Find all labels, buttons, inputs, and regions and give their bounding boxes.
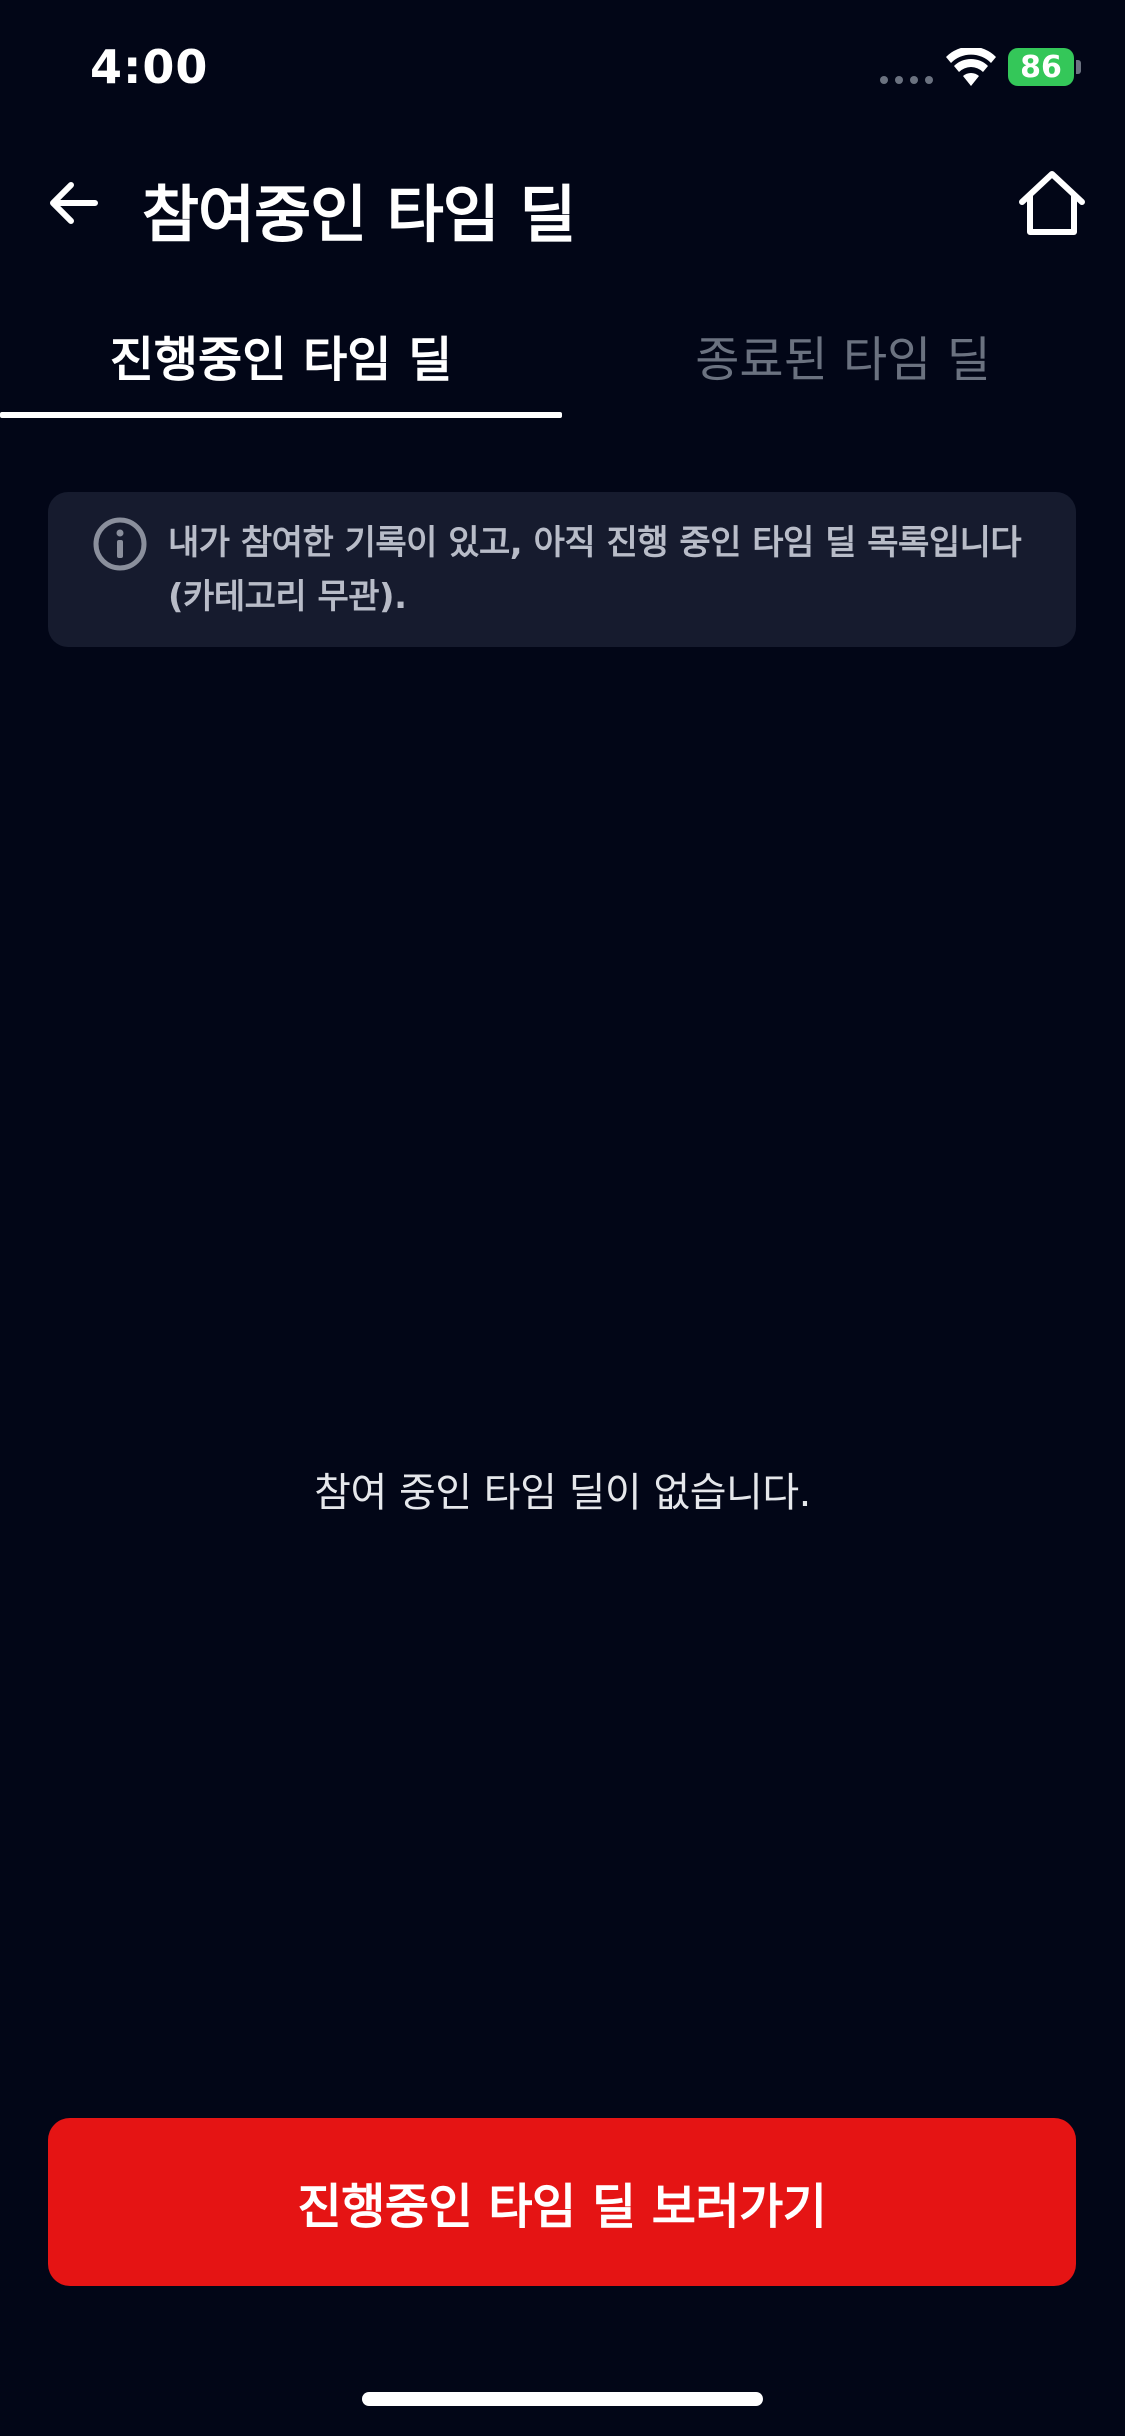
empty-state-message: 참여 중인 타임 딜이 없습니다. (314, 1470, 811, 1516)
page-title: 참여중인 타임 딜 (142, 178, 576, 251)
cellular-signal-icon (880, 76, 933, 84)
tab-bar: 진행중인 타임 딜 종료된 타임 딜 (0, 290, 1125, 420)
battery-cap (1076, 60, 1081, 74)
arrow-left-icon (50, 182, 98, 224)
active-tab-indicator (0, 412, 562, 418)
status-bar: 4:00 86 (0, 0, 1125, 140)
tab-ended-time-deals[interactable]: 종료된 타임 딜 (562, 290, 1124, 420)
status-time: 4:00 (90, 40, 209, 94)
home-icon (1019, 171, 1085, 235)
header: 참여중인 타임 딜 (0, 150, 1125, 260)
info-banner-text: 내가 참여한 기록이 있고, 아직 진행 중인 타임 딜 목록입니다 (카테고리… (168, 523, 1022, 617)
wifi-icon (946, 48, 996, 86)
browse-ongoing-deals-button[interactable]: 진행중인 타임 딜 보러가기 (48, 2118, 1076, 2286)
back-button[interactable] (38, 168, 108, 238)
home-button[interactable] (1012, 164, 1092, 244)
info-icon (93, 517, 147, 571)
tab-ongoing-time-deals[interactable]: 진행중인 타임 딜 (0, 290, 562, 420)
home-indicator (362, 2392, 763, 2406)
info-banner: 내가 참여한 기록이 있고, 아직 진행 중인 타임 딜 목록입니다 (카테고리… (48, 492, 1076, 647)
battery-icon: 86 (1008, 48, 1074, 86)
